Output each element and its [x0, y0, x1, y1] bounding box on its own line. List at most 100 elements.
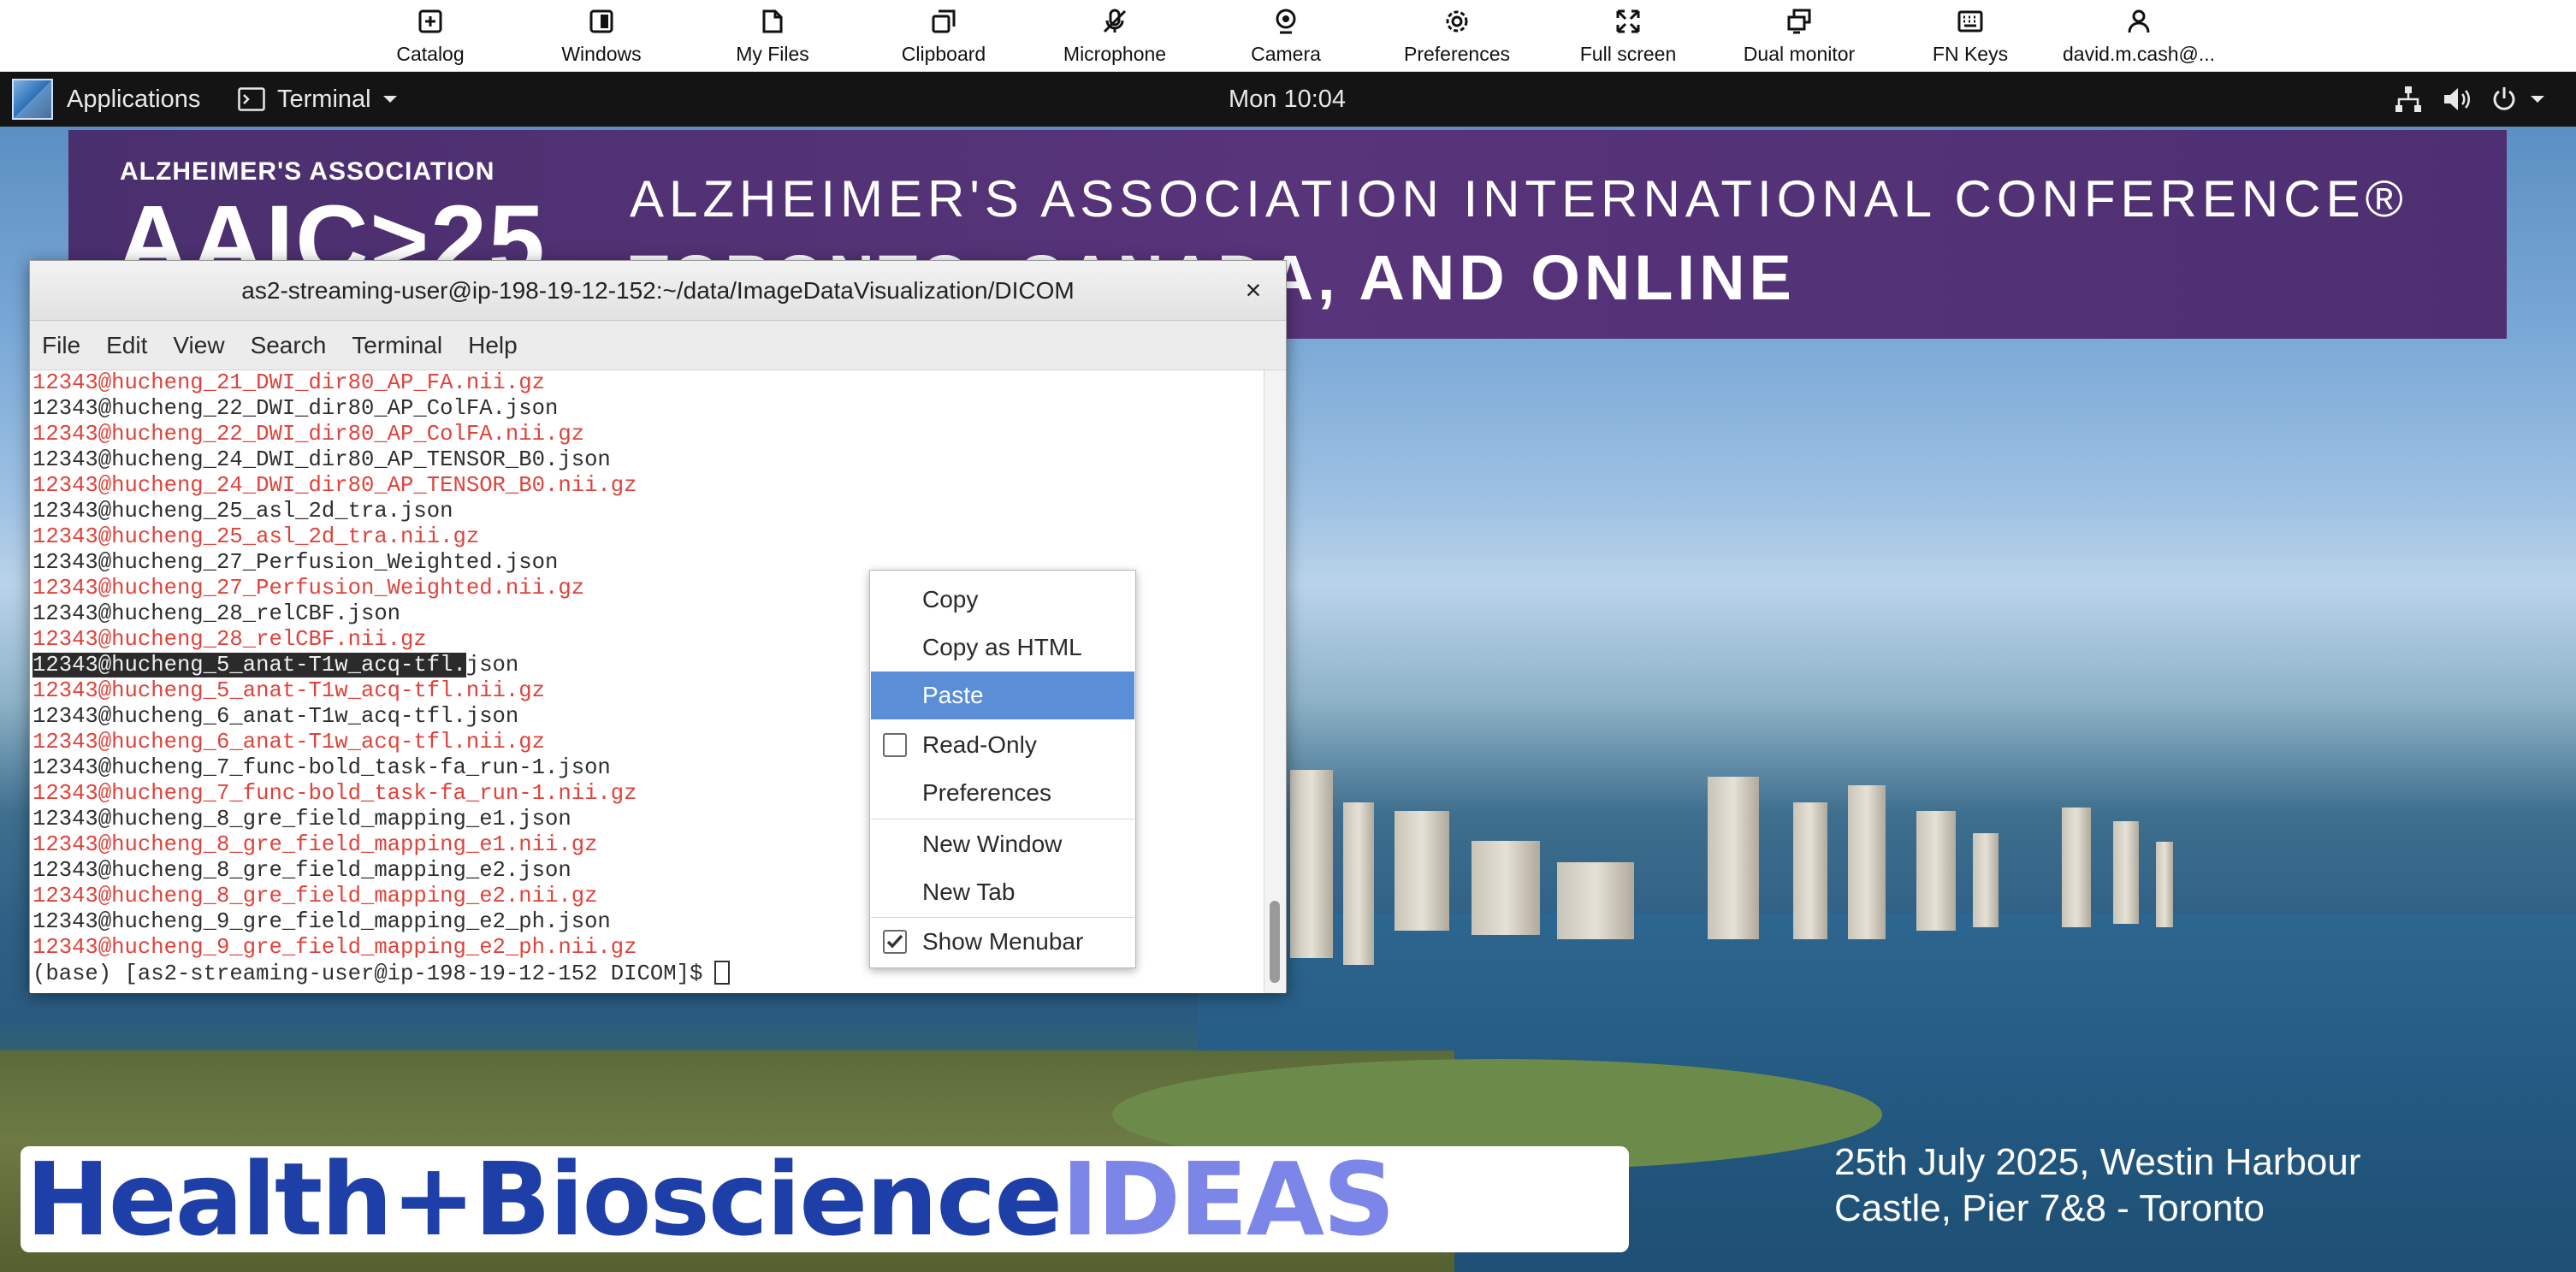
toolbar-microphone-button[interactable]: Microphone: [1029, 3, 1200, 70]
skyline-building: [1343, 802, 1374, 965]
terminal-line-text: 12343@hucheng_8_gre_field_mapping_e1.jso…: [33, 807, 571, 831]
menu-edit[interactable]: Edit: [106, 332, 147, 359]
terminal-line-text: 12343@hucheng_25_asl_2d_tra.json: [33, 499, 453, 524]
menu-terminal[interactable]: Terminal: [352, 332, 442, 359]
terminal-line-text: 12343@hucheng_28_relCBF.nii.gz: [33, 627, 427, 652]
banner-title: ALZHEIMER'S ASSOCIATION INTERNATIONAL CO…: [630, 170, 2408, 228]
terminal-cursor: [714, 961, 731, 985]
toolbar-full-screen-button[interactable]: Full screen: [1543, 3, 1714, 70]
terminal-line-text: 12343@hucheng_28_relCBF.json: [33, 601, 401, 626]
terminal-line: 12343@hucheng_22_DWI_dir80_AP_ColFA.json: [30, 396, 1264, 422]
applications-logo-icon: [12, 79, 53, 120]
skyline-building: [1916, 811, 1956, 931]
terminal-line: 12343@hucheng_22_DWI_dir80_AP_ColFA.nii.…: [30, 422, 1264, 447]
terminal-line-text: 12343@hucheng_8_gre_field_mapping_e2.jso…: [33, 858, 571, 883]
terminal-line-text: 12343@hucheng_22_DWI_dir80_AP_ColFA.nii.…: [33, 422, 585, 447]
app-menu-terminal[interactable]: Terminal: [238, 72, 399, 127]
terminal-line-text: 12343@hucheng_22_DWI_dir80_AP_ColFA.json: [33, 396, 559, 421]
skyline-building: [2113, 821, 2139, 924]
volume-icon[interactable]: [2442, 72, 2472, 127]
ctx-new-window[interactable]: New Window: [871, 820, 1134, 868]
toolbar-preferences-button[interactable]: Preferences: [1371, 3, 1543, 70]
read-only-checkbox[interactable]: [883, 733, 907, 757]
ctx-copy-as-html[interactable]: Copy as HTML: [871, 624, 1134, 671]
skyline-building: [1973, 833, 1999, 927]
ctx-show-menubar-label: Show Menubar: [922, 928, 1084, 955]
applications-menu[interactable]: Applications: [12, 72, 200, 127]
app-menu-label: Terminal: [277, 85, 371, 113]
ctx-new-tab[interactable]: New Tab: [871, 868, 1134, 916]
ctx-show-menubar[interactable]: Show Menubar: [871, 918, 1134, 966]
event-details: 25th July 2025, Westin Harbour Castle, P…: [1834, 1139, 2361, 1232]
toolbar-camera-button[interactable]: Camera: [1200, 3, 1371, 70]
toolbar-my-files-button[interactable]: My Files: [687, 3, 858, 70]
microphone-icon: [1100, 7, 1129, 36]
ctx-preferences[interactable]: Preferences: [871, 769, 1134, 817]
terminal-line-text: 12343@hucheng_7_func-bold_task-fa_run-1.…: [33, 781, 637, 806]
terminal-line-text: 12343@hucheng_5_anat-T1w_acq-tfl.nii.gz: [33, 678, 545, 703]
terminal-line-text: 12343@hucheng_9_gre_field_mapping_e2_ph.…: [33, 909, 611, 934]
power-icon[interactable]: [2491, 72, 2517, 127]
chevron-down-icon[interactable]: [2529, 72, 2546, 127]
menu-help[interactable]: Help: [468, 332, 518, 359]
scrollbar-thumb[interactable]: [1270, 901, 1280, 983]
skyline-building: [2156, 842, 2173, 927]
terminal-line-text: 12343@hucheng_27_Perfusion_Weighted.nii.…: [33, 576, 585, 601]
checkmark-icon: [886, 934, 903, 949]
terminal-line: 12343@hucheng_21_DWI_dir80_AP_FA.nii.gz: [30, 370, 1264, 396]
terminal-line: 12343@hucheng_24_DWI_dir80_AP_TENSOR_B0.…: [30, 447, 1264, 473]
plus-square-icon: [416, 7, 445, 36]
terminal-line-text: 12343@hucheng_9_gre_field_mapping_e2_ph.…: [33, 935, 637, 960]
ctx-read-only-label: Read-Only: [922, 731, 1037, 758]
user-icon: [2124, 7, 2153, 36]
terminal-line-text: json: [465, 653, 519, 677]
panel-clock[interactable]: Mon 10:04: [1229, 72, 1346, 127]
terminal-line-text: 12343@hucheng_24_DWI_dir80_AP_TENSOR_B0.…: [33, 447, 611, 472]
skyline-building: [1395, 811, 1449, 931]
terminal-line-text: 12343@hucheng_8_gre_field_mapping_e1.nii…: [33, 832, 598, 857]
terminal-prompt: (base) [as2-streaming-user@ip-198-19-12-…: [33, 961, 703, 986]
banner-org: ALZHEIMER'S ASSOCIATION: [120, 157, 495, 186]
toolbar-fn-keys-button[interactable]: FN Keys: [1885, 3, 2056, 70]
toolbar-dual-monitor-button[interactable]: Dual monitor: [1714, 3, 1885, 70]
menu-view[interactable]: View: [173, 332, 224, 359]
terminal-line: 12343@hucheng_25_asl_2d_tra.nii.gz: [30, 524, 1264, 550]
health-bioscience-ideas-logo: Health+Bioscience IDEAS: [21, 1146, 1629, 1252]
logo-accent-text: IDEAS: [1061, 1146, 1395, 1252]
skyline-building: [1708, 777, 1759, 939]
dual-monitor-icon: [1785, 7, 1814, 36]
terminal-titlebar[interactable]: as2-streaming-user@ip-198-19-12-152:~/da…: [30, 261, 1286, 321]
skyline-building: [1290, 770, 1333, 958]
menu-search[interactable]: Search: [251, 332, 327, 359]
close-icon[interactable]: ×: [1236, 273, 1270, 307]
applications-label: Applications: [67, 85, 201, 113]
skyline-building: [1848, 785, 1886, 939]
gear-icon: [1442, 7, 1472, 36]
toolbar-catalog-button[interactable]: Catalog: [345, 3, 516, 70]
show-menubar-checkbox[interactable]: [883, 930, 907, 954]
terminal-scrollbar[interactable]: [1264, 370, 1286, 993]
terminal-line-text: 12343@hucheng_6_anat-T1w_acq-tfl.json: [33, 704, 519, 729]
terminal-line-text: 12343@hucheng_6_anat-T1w_acq-tfl.nii.gz: [33, 730, 545, 754]
folder-icon: [758, 7, 787, 36]
streaming-toolbar: Catalog Windows My Files Clipboard Micro…: [0, 0, 2576, 72]
clipboard-icon: [929, 7, 958, 36]
context-menu: Copy Copy as HTML Paste Read-Only Prefer…: [869, 570, 1136, 968]
terminal-title: as2-streaming-user@ip-198-19-12-152:~/da…: [241, 276, 1075, 304]
event-date-line: 25th July 2025, Westin Harbour: [1834, 1141, 2361, 1183]
event-venue-line: Castle, Pier 7&8 - Toronto: [1834, 1187, 2265, 1229]
skyline-building: [1793, 802, 1827, 939]
ctx-read-only[interactable]: Read-Only: [871, 721, 1134, 769]
toolbar-clipboard-button[interactable]: Clipboard: [858, 3, 1029, 70]
ctx-paste[interactable]: Paste: [871, 671, 1134, 719]
terminal-line-text: 12343@hucheng_21_DWI_dir80_AP_FA.nii.gz: [33, 370, 545, 395]
terminal-line-text: 12343@hucheng_25_asl_2d_tra.nii.gz: [33, 524, 480, 549]
terminal-icon: [238, 87, 265, 111]
menu-file[interactable]: File: [42, 332, 80, 359]
network-icon[interactable]: [2394, 72, 2423, 127]
toolbar-windows-button[interactable]: Windows: [516, 3, 687, 70]
toolbar-user-button[interactable]: david.m.cash@...: [2053, 3, 2224, 70]
top-panel: Applications Terminal Mon 10:04: [0, 72, 2576, 127]
ctx-copy[interactable]: Copy: [871, 576, 1134, 624]
terminal-line-text: 12343@hucheng_8_gre_field_mapping_e2.nii…: [33, 884, 598, 908]
